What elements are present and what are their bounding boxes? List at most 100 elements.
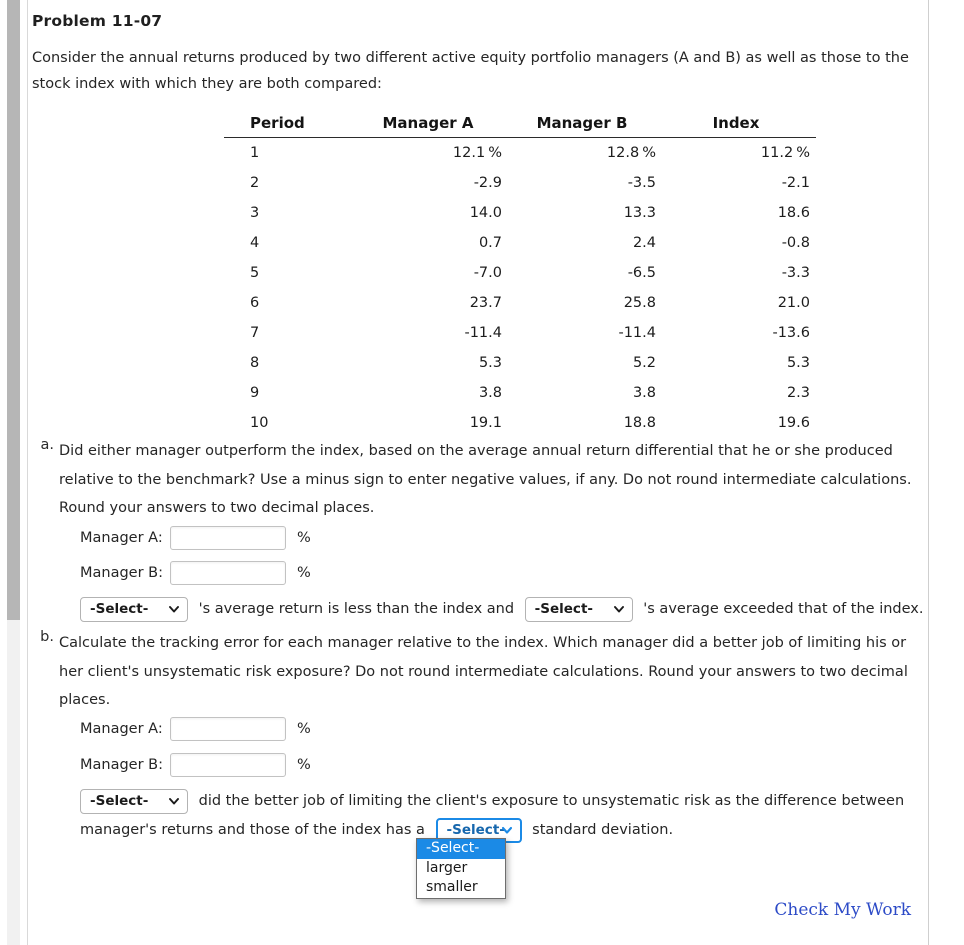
dropdown-option[interactable]: larger — [417, 859, 505, 879]
cell-manager-b: 18.8 — [508, 408, 662, 438]
cell-manager-b: 25.8 — [508, 288, 662, 318]
table-row: 2 -2.9 -3.5 -2.1 — [224, 168, 816, 198]
cell-value: 14.0 — [469, 205, 502, 221]
part-a-select-1-value: -Select- — [90, 601, 149, 617]
cell-manager-a: 19.1 — [354, 408, 508, 438]
question-part-a: a. Did either manager outperform the ind… — [32, 437, 927, 523]
returns-table: Period Manager A Manager B Index 1 12.1% 1… — [224, 112, 816, 438]
part-a-manager-b-label: Manager B: — [80, 565, 163, 581]
cell-manager-a: -11.4 — [354, 318, 508, 348]
part-b-statement-text-2-pre: manager's returns and those of the index… — [80, 822, 425, 838]
column-header-manager-a: Manager A — [382, 114, 474, 132]
cell-value: 18.8 — [623, 415, 656, 431]
cell-manager-b: 2.4 — [508, 228, 662, 258]
problem-intro-text: Consider the annual returns produced by … — [32, 50, 909, 92]
cell-period: 8 — [250, 355, 260, 371]
cell-index: 21.0 — [662, 288, 816, 318]
part-b-select-1-value: -Select- — [90, 793, 149, 809]
table-row: 5 -7.0 -6.5 -3.3 — [224, 258, 816, 288]
cell-index: 18.6 — [662, 198, 816, 228]
cell-value: 21.0 — [777, 295, 810, 311]
cell-value: 5.2 — [632, 355, 656, 371]
cell-index: -3.3 — [662, 258, 816, 288]
cell-period: 1 — [250, 145, 260, 161]
part-a-statement-mid: 's average return is less than the index… — [198, 601, 515, 617]
part-a-manager-b-input[interactable] — [170, 561, 286, 585]
part-b-statement-text-1: did the better job of limiting the clien… — [198, 793, 905, 809]
scrollbar-thumb[interactable] — [7, 0, 20, 620]
cell-period: 4 — [250, 235, 260, 251]
cell-manager-a: -2.9 — [354, 168, 508, 198]
chevron-down-icon — [169, 604, 179, 614]
table-header: Period Manager A Manager B Index — [224, 112, 816, 138]
part-a-label: a. — [40, 437, 55, 453]
table-row: 1 12.1% 12.8% 11.2% — [224, 138, 816, 169]
page-scrollbar[interactable] — [7, 0, 20, 945]
cell-period: 5 — [250, 265, 260, 281]
problem-content-pane: Problem 11-07 Consider the annual return… — [28, 0, 928, 945]
table-header-row: Period Manager A Manager B Index — [224, 112, 816, 138]
part-a-manager-a-input[interactable] — [170, 526, 286, 550]
part-a-statement: -Select- 's average return is less than … — [80, 595, 929, 623]
part-b-select-2-option-list[interactable]: -Select-larger smaller — [416, 838, 506, 899]
part-a-manager-a-row: Manager A: % — [80, 526, 311, 550]
part-b-text: Calculate the tracking error for each ma… — [59, 635, 908, 708]
cell-value: 2.3 — [786, 385, 810, 401]
cell-value: 23.7 — [469, 295, 502, 311]
dropdown-option[interactable]: -Select- — [417, 839, 505, 859]
cell-manager-a: 23.7 — [354, 288, 508, 318]
part-a-select-1[interactable]: -Select- — [80, 596, 188, 622]
cell-index: 19.6 — [662, 408, 816, 438]
cell-manager-b: -6.5 — [508, 258, 662, 288]
pane-right-divider — [928, 0, 929, 945]
part-a-select-2[interactable]: -Select- — [524, 596, 633, 622]
cell-value: 2.4 — [632, 235, 656, 251]
cell-manager-a: 0.7 — [354, 228, 508, 258]
cell-index: 5.3 — [662, 348, 816, 378]
cell-value: 5.3 — [478, 355, 502, 371]
table-row: 4 0.7 2.4 -0.8 — [224, 228, 816, 258]
cell-manager-b: 3.8 — [508, 378, 662, 408]
percent-symbol: % — [796, 145, 810, 161]
column-header-period: Period — [250, 114, 305, 132]
cell-period: 7 — [250, 325, 260, 341]
cell-value: 12.1 — [452, 145, 486, 161]
part-b-manager-b-unit: % — [297, 757, 311, 773]
cell-period: 3 — [250, 205, 260, 221]
table-row: 6 23.7 25.8 21.0 — [224, 288, 816, 318]
table-row: 8 5.3 5.2 5.3 — [224, 348, 816, 378]
cell-value: -6.5 — [627, 265, 656, 281]
cell-value: 3.8 — [632, 385, 656, 401]
cell-value: 3.8 — [478, 385, 502, 401]
cell-value: -2.1 — [781, 175, 810, 191]
part-b-manager-b-input[interactable] — [170, 753, 286, 777]
part-a-manager-b-row: Manager B: % — [80, 561, 311, 585]
part-b-manager-a-row: Manager A: % — [80, 717, 311, 741]
part-a-text: Did either manager outperform the index,… — [59, 443, 912, 516]
part-b-manager-b-label: Manager B: — [80, 757, 163, 773]
part-a-manager-a-unit: % — [297, 530, 311, 546]
cell-manager-b: 12.8% — [508, 138, 662, 169]
cell-manager-a: 14.0 — [354, 198, 508, 228]
cell-index: 11.2% — [662, 138, 816, 169]
cell-manager-a: 5.3 — [354, 348, 508, 378]
cell-period: 6 — [250, 295, 260, 311]
check-my-work-link[interactable]: Check My Work — [774, 900, 911, 920]
column-header-index: Index — [712, 114, 760, 132]
cell-value: -3.5 — [627, 175, 656, 191]
table-body: 1 12.1% 12.8% 11.2% 2 -2.9 -3.5 -2.1 3 14.0 13.3 18… — [224, 138, 816, 439]
percent-symbol: % — [488, 145, 502, 161]
cell-value: 0.7 — [478, 235, 502, 251]
chevron-down-icon — [613, 604, 624, 614]
part-b-manager-a-unit: % — [297, 721, 311, 737]
part-b-manager-a-input[interactable] — [170, 717, 286, 741]
question-part-b: b. Calculate the tracking error for each… — [32, 629, 927, 715]
page-title: Problem 11-07 — [32, 12, 163, 30]
cell-period: 9 — [250, 385, 260, 401]
cell-value: 5.3 — [786, 355, 810, 371]
cell-manager-b: 5.2 — [508, 348, 662, 378]
table-row: 9 3.8 3.8 2.3 — [224, 378, 816, 408]
part-b-select-1[interactable]: -Select- — [80, 788, 188, 814]
cell-value: 25.8 — [623, 295, 656, 311]
dropdown-option[interactable]: smaller — [417, 878, 505, 898]
